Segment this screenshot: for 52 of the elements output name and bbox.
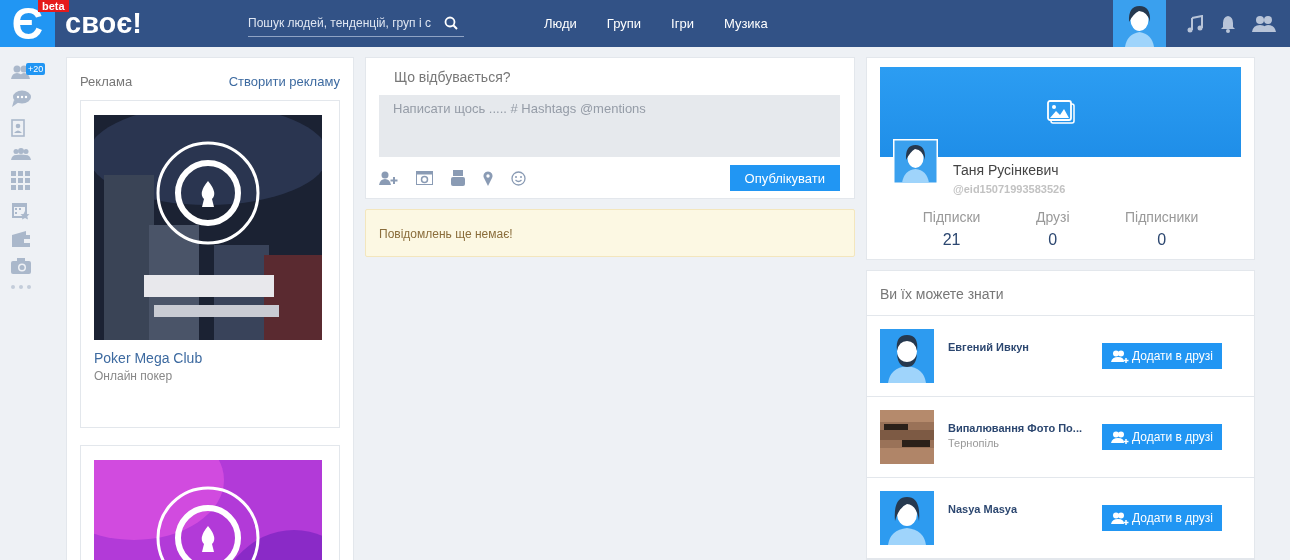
add-friend-icon: [1111, 430, 1129, 444]
stat-value[interactable]: 21: [942, 231, 961, 249]
stat-label: Підписки: [922, 209, 981, 225]
ad-subtitle: Онлайн покер: [94, 369, 174, 383]
contact-card-icon[interactable]: [11, 119, 25, 137]
smiley-icon[interactable]: [511, 170, 526, 186]
add-friend-icon: [1111, 349, 1129, 363]
stat-value[interactable]: 0: [1048, 231, 1058, 249]
group-icon[interactable]: [11, 148, 31, 160]
stat-value[interactable]: 0: [1157, 231, 1167, 249]
suggestions-title: Ви їх можете знати: [867, 271, 1254, 316]
person-name[interactable]: Nasya Masya: [948, 503, 1102, 515]
count-badge: +20: [26, 63, 46, 75]
beta-badge: beta: [38, 0, 69, 12]
wallet-icon[interactable]: [11, 231, 31, 247]
photo-icon[interactable]: [416, 171, 433, 185]
composer-title: Що відбувається?: [394, 69, 512, 85]
tag-person-icon[interactable]: [379, 171, 398, 185]
profile-handle: @eid15071993583526: [953, 183, 1066, 195]
avatar-icon[interactable]: [893, 139, 938, 184]
stat-label: Підписники: [1125, 209, 1199, 225]
nav-link[interactable]: Групи: [606, 16, 642, 31]
nav-link[interactable]: Музика: [723, 16, 768, 31]
person-name[interactable]: Випалювання Фото По...: [948, 422, 1102, 434]
profile-name[interactable]: Таня Русінкевич: [953, 162, 1066, 178]
music-icon[interactable]: [1186, 14, 1204, 33]
image-icon[interactable]: [1046, 100, 1075, 124]
search-icon[interactable]: [444, 16, 458, 30]
post-input[interactable]: Написати щось ..... # Hashtags @mentions: [379, 95, 840, 157]
more-icon[interactable]: [11, 285, 31, 289]
notice-text: Повідомлень ще немає!: [379, 227, 513, 241]
ad-card[interactable]: Poker Mega Club Онлайн покер: [80, 100, 340, 428]
avatar-icon[interactable]: [880, 329, 934, 383]
calendar-icon[interactable]: [11, 201, 30, 220]
stat-label: Друзі: [1035, 209, 1070, 225]
nav-link[interactable]: Ігри: [671, 16, 694, 31]
avatar-icon[interactable]: [880, 491, 934, 545]
camera-icon[interactable]: [11, 258, 31, 274]
search-field[interactable]: Пошук людей, тенденцій, груп і с: [248, 10, 464, 37]
avatar-icon[interactable]: [1113, 0, 1166, 47]
apps-grid-icon[interactable]: [11, 171, 30, 190]
ads-title: Реклама: [80, 74, 133, 89]
people-icon[interactable]: [1252, 14, 1276, 33]
create-ad-link[interactable]: Створити рекламу: [228, 74, 340, 89]
chat-icon[interactable]: [11, 90, 31, 108]
person-location: Тернопіль: [948, 437, 1001, 449]
person-name[interactable]: Евгений Ивкун: [948, 341, 1102, 353]
add-friend-icon: [1111, 511, 1129, 525]
nav-link[interactable]: Люди: [544, 16, 577, 31]
location-icon[interactable]: [483, 170, 493, 186]
ad-title[interactable]: Poker Mega Club: [94, 350, 326, 366]
bell-icon[interactable]: [1220, 14, 1236, 33]
